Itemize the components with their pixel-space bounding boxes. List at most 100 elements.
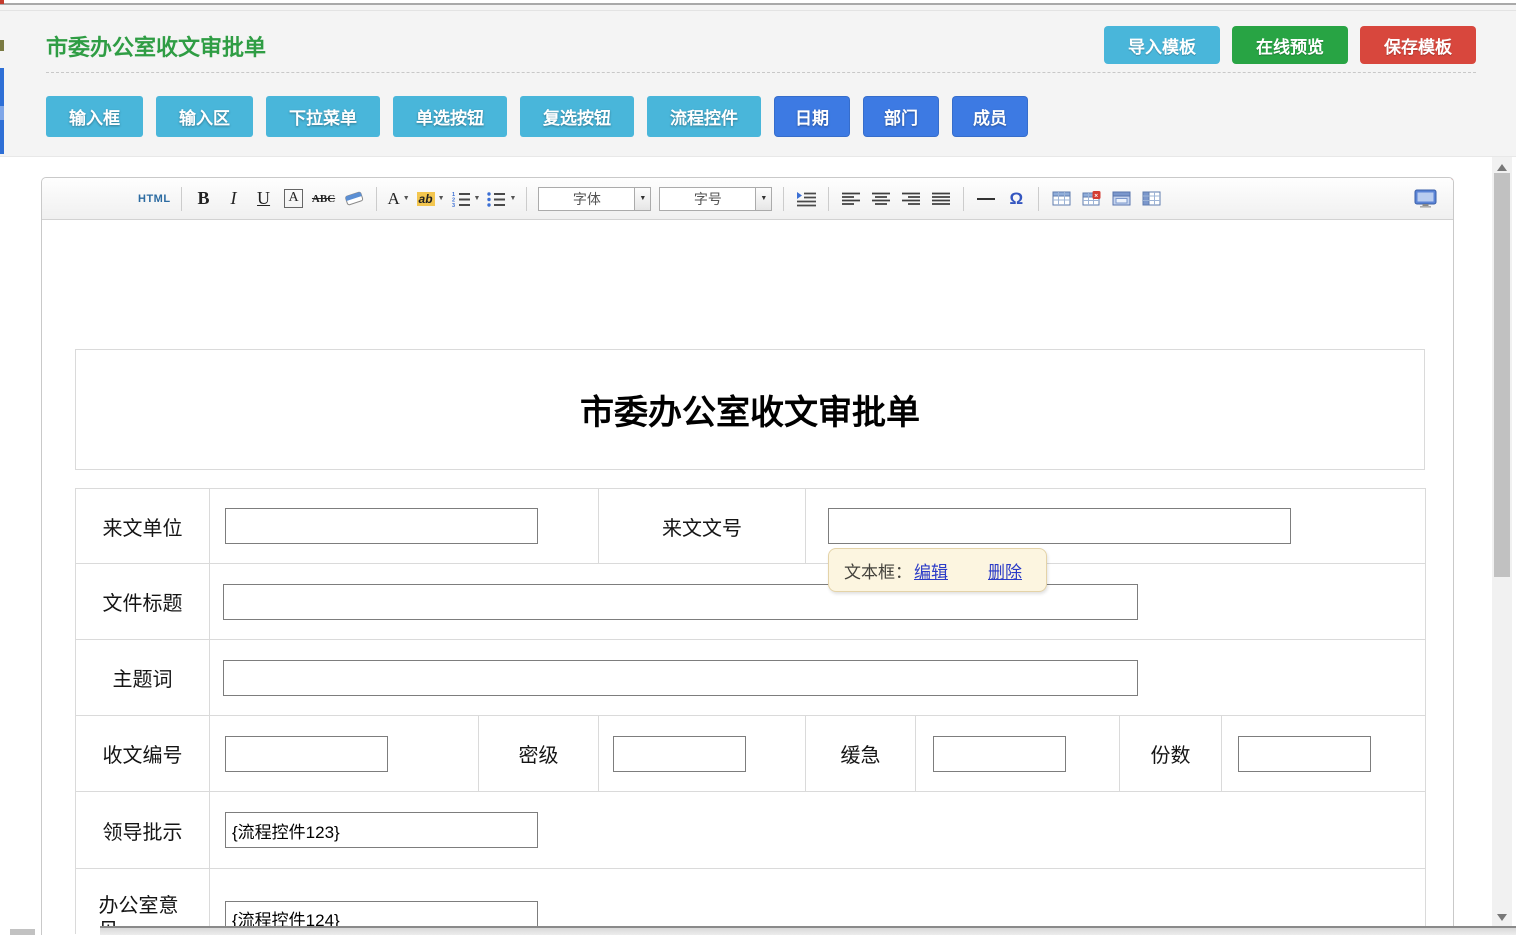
- toolbar-separator: [783, 187, 784, 211]
- align-center-icon[interactable]: [869, 185, 893, 213]
- component-palette: 输入框 输入区 下拉菜单 单选按钮 复选按钮 流程控件 日期 部门 成员: [46, 96, 1028, 137]
- ordered-list-icon[interactable]: 1 2 3 ▼: [451, 185, 481, 213]
- add-dropdown-button[interactable]: 下拉菜单: [266, 96, 380, 137]
- align-left-icon[interactable]: [839, 185, 863, 213]
- window-top-border: [0, 3, 1516, 5]
- toolbar-separator: [963, 187, 964, 211]
- from-unit-label: 来文单位: [76, 489, 210, 564]
- align-justify-icon[interactable]: [929, 185, 953, 213]
- form-title-block[interactable]: 市委办公室收文审批单: [75, 349, 1425, 470]
- left-edge-artifact: [0, 40, 4, 51]
- form-title: 市委办公室收文审批单: [580, 385, 920, 434]
- delete-table-icon[interactable]: ×: [1079, 185, 1103, 213]
- font-family-value: 字体: [539, 188, 634, 210]
- toolbar-separator: [828, 187, 829, 211]
- header: 市委办公室收文审批单 导入模板 在线预览 保存模板 输入框 输入区 下拉菜单 单…: [0, 5, 1516, 157]
- chevron-down-icon: ▼: [438, 195, 445, 202]
- chevron-down-icon: ▼: [474, 195, 481, 202]
- indent-icon[interactable]: [794, 185, 818, 213]
- chevron-down-icon[interactable]: ▼: [755, 188, 771, 210]
- subject-input[interactable]: [223, 660, 1138, 696]
- chevron-down-icon: ▼: [403, 195, 410, 202]
- toolbar-separator: [181, 187, 182, 211]
- receipt-no-input[interactable]: [225, 736, 388, 772]
- subject-label: 主题词: [76, 640, 210, 716]
- add-member-button[interactable]: 成员: [952, 96, 1028, 137]
- add-radio-button[interactable]: 单选按钮: [393, 96, 507, 137]
- textbox-context-tooltip: 文本框： 编辑 删除: [828, 548, 1047, 592]
- strikethrough-icon[interactable]: ABC: [312, 185, 336, 213]
- left-edge-artifact: [0, 106, 4, 120]
- add-textarea-button[interactable]: 输入区: [156, 96, 253, 137]
- edit-link[interactable]: 编辑: [914, 558, 948, 583]
- window-corner-artifact: [10, 929, 35, 935]
- chevron-down-icon[interactable]: ▼: [634, 188, 650, 210]
- add-checkbox-button[interactable]: 复选按钮: [520, 96, 634, 137]
- left-edge-artifact: [0, 0, 4, 4]
- add-department-button[interactable]: 部门: [863, 96, 939, 137]
- import-template-button[interactable]: 导入模板: [1104, 26, 1220, 64]
- highlight-icon[interactable]: ab▼: [417, 185, 445, 213]
- window-top-border-inner: [0, 10, 1516, 11]
- online-preview-button[interactable]: 在线预览: [1232, 26, 1348, 64]
- italic-icon[interactable]: I: [222, 185, 246, 213]
- font-family-select[interactable]: 字体 ▼: [538, 187, 651, 211]
- scrollbar-thumb[interactable]: [1494, 173, 1510, 577]
- scroll-down-button[interactable]: [1492, 909, 1512, 925]
- table-properties-icon[interactable]: [1109, 185, 1133, 213]
- table-row: 主题词: [76, 640, 1426, 716]
- template-actions: 导入模板 在线预览 保存模板: [1104, 26, 1476, 64]
- vertical-scrollbar[interactable]: [1492, 157, 1512, 935]
- boxed-a-icon[interactable]: A: [282, 185, 306, 213]
- secrecy-label: 密级: [479, 716, 599, 792]
- doc-no-input[interactable]: [828, 508, 1291, 544]
- insert-table-icon[interactable]: [1049, 185, 1073, 213]
- editor-canvas[interactable]: 市委办公室收文审批单 来文单位 来文文号 文件标题 主题词 收文: [42, 220, 1453, 934]
- toolbar-separator: [1038, 187, 1039, 211]
- unordered-list-icon[interactable]: ▼: [486, 185, 516, 213]
- add-input-box-button[interactable]: 输入框: [46, 96, 143, 137]
- dashed-divider: [46, 72, 1476, 73]
- doc-no-label: 来文文号: [599, 489, 806, 564]
- toolbar-separator: [526, 187, 527, 211]
- file-title-label: 文件标题: [76, 564, 210, 640]
- svg-text:3: 3: [452, 203, 455, 207]
- font-size-value: 字号: [660, 188, 755, 210]
- table-row: 领导批示: [76, 792, 1426, 869]
- font-size-select[interactable]: 字号 ▼: [659, 187, 772, 211]
- table-row: 收文编号 密级 缓急 份数: [76, 716, 1426, 792]
- leader-comments-label: 领导批示: [76, 792, 210, 869]
- approval-form-table: 来文单位 来文文号 文件标题 主题词 收文编号 密级 缓急 份数: [75, 488, 1426, 934]
- arrow-down-icon: [1497, 914, 1507, 921]
- save-template-button[interactable]: 保存模板: [1360, 26, 1476, 64]
- add-date-button[interactable]: 日期: [774, 96, 850, 137]
- copies-label: 份数: [1120, 716, 1222, 792]
- from-unit-input[interactable]: [225, 508, 538, 544]
- underline-icon[interactable]: U: [252, 185, 276, 213]
- table-row: 来文单位 来文文号: [76, 489, 1426, 564]
- arrow-up-icon: [1497, 164, 1507, 171]
- cell-properties-icon[interactable]: [1139, 185, 1163, 213]
- svg-text:×: ×: [1094, 192, 1098, 199]
- horizontal-rule-icon[interactable]: [974, 185, 998, 213]
- toolbar-separator: [376, 187, 377, 211]
- receipt-no-label: 收文编号: [76, 716, 210, 792]
- special-char-icon[interactable]: Ω: [1004, 185, 1028, 213]
- fullscreen-icon[interactable]: [1413, 185, 1437, 213]
- urgency-label: 缓急: [806, 716, 916, 792]
- html-source-icon[interactable]: HTML: [138, 185, 171, 213]
- delete-link[interactable]: 删除: [988, 558, 1022, 583]
- table-row: 文件标题: [76, 564, 1426, 640]
- font-color-icon[interactable]: A▼: [387, 185, 411, 213]
- align-right-icon[interactable]: [899, 185, 923, 213]
- copies-input[interactable]: [1238, 736, 1371, 772]
- urgency-input[interactable]: [933, 736, 1066, 772]
- chevron-down-icon: ▼: [509, 195, 516, 202]
- rich-text-editor: HTML B I U A ABC A▼ ab▼ 1 2 3: [41, 177, 1454, 935]
- add-flow-control-button[interactable]: 流程控件: [647, 96, 761, 137]
- editor-toolbar: HTML B I U A ABC A▼ ab▼ 1 2 3: [42, 178, 1453, 220]
- leader-comments-input[interactable]: [225, 812, 538, 848]
- eraser-icon[interactable]: [342, 185, 366, 213]
- secrecy-input[interactable]: [613, 736, 746, 772]
- bold-icon[interactable]: B: [192, 185, 216, 213]
